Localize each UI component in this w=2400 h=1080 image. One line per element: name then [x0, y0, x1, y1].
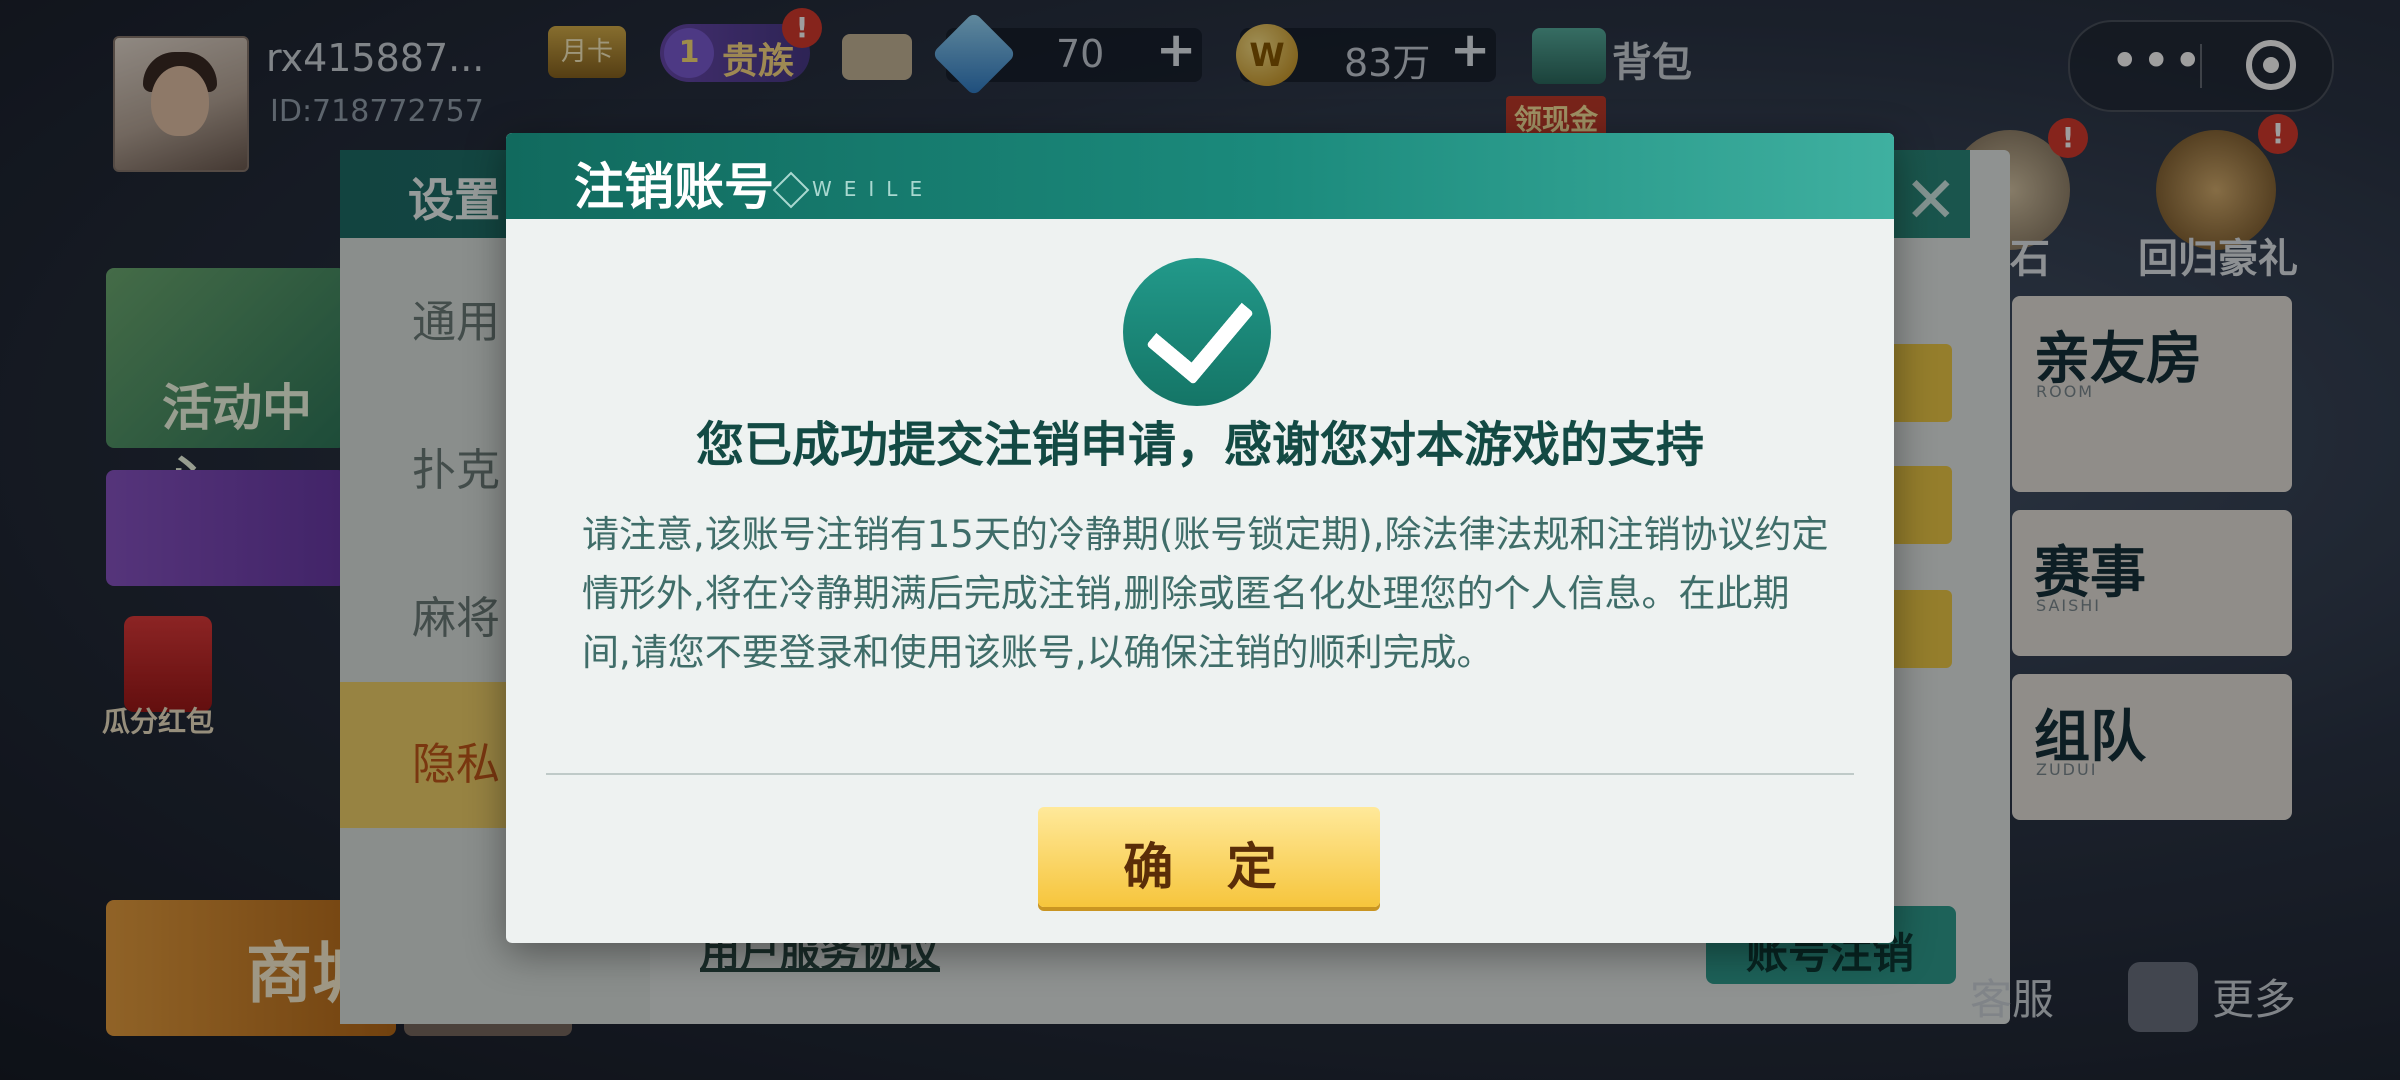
dialog-header: 注销账号 WEILE	[506, 133, 1894, 219]
account-cancel-dialog: 注销账号 WEILE 您已成功提交注销申请，感谢您对本游戏的支持 请注意,该账号…	[506, 133, 1894, 943]
dialog-divider	[546, 773, 1854, 775]
dialog-title: 注销账号	[574, 158, 774, 216]
brand-logo-icon	[772, 171, 810, 209]
dialog-heading: 您已成功提交注销申请，感谢您对本游戏的支持	[695, 417, 1704, 473]
confirm-label: 确 定	[1123, 838, 1295, 896]
brand-name: WEILE	[812, 177, 935, 201]
confirm-button[interactable]: 确 定	[1038, 807, 1380, 907]
dialog-message: 请注意,该账号注销有15天的冷静期(账号锁定期),除法律法规和注销协议约定情形外…	[582, 513, 1829, 674]
check-mark	[1146, 273, 1254, 385]
success-check-icon	[1123, 258, 1271, 406]
